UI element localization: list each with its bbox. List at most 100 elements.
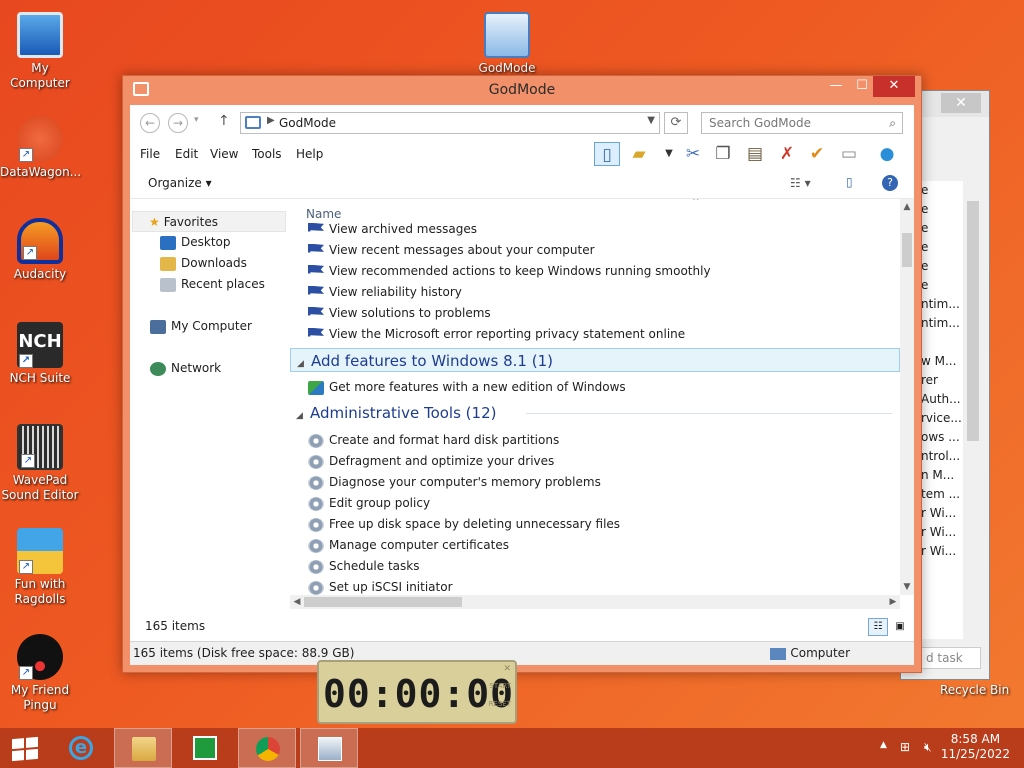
menu-tools[interactable]: Tools <box>252 147 282 161</box>
group-header-add-features[interactable]: ◢ Add features to Windows 8.1 (1) <box>290 348 900 372</box>
background-window-scrollbar[interactable] <box>965 181 981 639</box>
godmode-window[interactable]: GodMode — ☐ ✕ ← → ▾ ↑ ▶ GodMode ▼ ⟳ Sear… <box>122 75 922 673</box>
list-item[interactable]: View reliability history <box>308 282 462 303</box>
refresh-button[interactable]: ⟳ <box>664 112 688 134</box>
taskbar-chrome[interactable] <box>238 728 296 768</box>
breadcrumb-chevron-icon[interactable]: ▶ <box>267 115 275 126</box>
nav-item-favorites[interactable]: ★ Favorites <box>132 211 286 232</box>
globe-icon[interactable]: ● <box>874 142 900 166</box>
breadcrumb-godmode[interactable]: GodMode <box>279 116 336 130</box>
forward-button[interactable]: → <box>168 113 188 133</box>
nav-item-network[interactable]: Network <box>150 358 221 379</box>
chevron-up-icon[interactable]: ▲ <box>880 740 887 750</box>
desktop-icon-wavepad[interactable]: ↗ WavePad Sound Editor <box>0 424 80 503</box>
desktop-icon-ragdolls[interactable]: ↗ Fun with Ragdolls <box>0 528 80 607</box>
nav-item-desktop[interactable]: Desktop <box>160 232 231 253</box>
timer-start-button[interactable]: START <box>489 682 511 690</box>
menu-file[interactable]: File <box>140 147 160 161</box>
list-item[interactable]: View the Microsoft error reporting priva… <box>308 324 685 345</box>
details-view-icon[interactable]: ☷ <box>868 618 888 636</box>
list-item[interactable]: View recommended actions to keep Windows… <box>308 261 711 282</box>
list-item[interactable]: Set up iSCSI initiator <box>308 577 453 595</box>
scroll-down-icon[interactable]: ▼ <box>900 579 914 595</box>
preview-pane-icon[interactable]: ▯ <box>594 142 620 166</box>
horizontal-scrollbar[interactable]: ◀ ▶ <box>290 595 900 609</box>
checkmark-icon[interactable]: ✔ <box>804 142 830 166</box>
volume-muted-icon[interactable]: 🔇︎ <box>924 740 932 755</box>
help-icon[interactable]: ? <box>882 175 898 191</box>
paste-icon[interactable]: ▤ <box>742 142 768 166</box>
list-item[interactable]: Defragment and optimize your drives <box>308 451 554 472</box>
menu-view[interactable]: View <box>210 147 238 161</box>
large-icons-view-icon[interactable]: ▣ <box>890 618 910 636</box>
scroll-up-icon[interactable]: ▲ <box>900 199 914 215</box>
collapse-triangle-icon[interactable]: ◢ <box>296 404 310 428</box>
minimize-button[interactable]: — <box>823 76 849 97</box>
desktop-icon-datawagon[interactable]: ↗ DataWagon... <box>0 116 81 180</box>
cut-icon[interactable]: ✂ <box>680 142 706 166</box>
chevron-down-icon[interactable]: ▼ <box>647 115 655 126</box>
folder-icon[interactable]: ▰ <box>626 142 652 166</box>
taskbar-store[interactable] <box>176 728 234 768</box>
list-item: rvice... <box>921 411 962 425</box>
window-client-area: ← → ▾ ↑ ▶ GodMode ▼ ⟳ Search GodMode ⌕ F… <box>130 105 914 665</box>
group-header-administrative-tools[interactable]: ◢ Administrative Tools (12) <box>290 401 900 425</box>
properties-icon[interactable]: ▭ <box>836 142 862 166</box>
timer-reset-button[interactable]: RESET <box>489 700 511 708</box>
list-item[interactable]: Manage computer certificates <box>308 535 509 556</box>
scrollbar-thumb[interactable] <box>902 233 912 267</box>
close-icon[interactable]: ✕ <box>941 93 981 113</box>
timer-gadget[interactable]: ✕ 00:00:00 START RESET <box>317 660 517 724</box>
scroll-right-icon[interactable]: ▶ <box>886 595 900 609</box>
maximize-button[interactable]: ☐ <box>849 76 875 97</box>
list-item[interactable]: View solutions to problems <box>308 303 491 324</box>
collapse-triangle-icon[interactable]: ◢ <box>297 352 311 376</box>
desktop-icon-audacity[interactable]: ↗ Audacity <box>0 218 80 282</box>
start-button[interactable] <box>0 728 50 768</box>
nav-item-my-computer[interactable]: My Computer <box>150 316 252 337</box>
delete-icon[interactable]: ✗ <box>774 142 800 166</box>
back-button[interactable]: ← <box>140 113 160 133</box>
desktop-icon-my-computer[interactable]: My Computer <box>0 12 80 91</box>
address-bar[interactable]: ▶ GodMode ▼ <box>240 112 660 134</box>
desktop-icon-nch-suite[interactable]: NCH ↗ NCH Suite <box>0 322 80 386</box>
waveform-icon: ↗ <box>17 424 63 470</box>
search-icon[interactable]: ⌕ <box>889 113 896 133</box>
search-input[interactable]: Search GodMode ⌕ <box>701 112 903 134</box>
taskbar-file-explorer[interactable] <box>114 728 172 768</box>
desktop-icon-recycle-bin[interactable]: Recycle Bin <box>940 683 1009 697</box>
scrollbar-thumb[interactable] <box>304 597 462 607</box>
recent-locations-dropdown[interactable]: ▾ <box>194 115 199 125</box>
preview-pane-icon[interactable]: ▯ <box>846 175 853 189</box>
list-item[interactable]: Schedule tasks <box>308 556 419 577</box>
scroll-left-icon[interactable]: ◀ <box>290 595 304 609</box>
nav-item-downloads[interactable]: Downloads <box>160 253 247 274</box>
menu-help[interactable]: Help <box>296 147 323 161</box>
network-icon[interactable]: ⊞ <box>900 740 910 754</box>
list-item[interactable]: Get more features with a new edition of … <box>308 377 626 398</box>
taskbar-internet-explorer[interactable]: e <box>52 728 110 768</box>
window-titlebar[interactable]: GodMode — ☐ ✕ <box>123 76 921 104</box>
menu-edit[interactable]: Edit <box>175 147 198 161</box>
copy-icon[interactable]: ❐ <box>710 142 736 166</box>
timer-display: 00:00:00 <box>323 672 515 716</box>
close-button[interactable]: ✕ <box>873 76 915 97</box>
list-item[interactable]: Free up disk space by deleting unnecessa… <box>308 514 620 535</box>
view-options-icon[interactable]: ☷ ▾ <box>790 176 811 190</box>
clock[interactable]: 8:58 AM 11/25/2022 <box>941 732 1010 762</box>
desktop-icon-godmode[interactable]: GodMode <box>467 12 547 76</box>
list-item[interactable]: Diagnose your computer's memory problems <box>308 472 601 493</box>
control-panel-icon <box>318 737 342 761</box>
list-item[interactable]: Create and format hard disk partitions <box>308 430 559 451</box>
vertical-scrollbar[interactable]: ▲ ▼ <box>900 199 914 595</box>
list-item[interactable]: View archived messages <box>308 219 477 240</box>
desktop-icon-pingu[interactable]: ↗ My Friend Pingu <box>0 634 80 713</box>
list-item[interactable]: View recent messages about your computer <box>308 240 595 261</box>
scrollbar-thumb[interactable] <box>967 201 979 441</box>
organize-button[interactable]: Organize ▾ <box>148 176 212 190</box>
taskbar-godmode[interactable] <box>300 728 358 768</box>
chevron-down-icon[interactable]: ▼ <box>656 142 682 166</box>
list-item[interactable]: Edit group policy <box>308 493 430 514</box>
nav-item-recent-places[interactable]: Recent places <box>160 274 265 295</box>
up-button[interactable]: ↑ <box>218 113 230 129</box>
